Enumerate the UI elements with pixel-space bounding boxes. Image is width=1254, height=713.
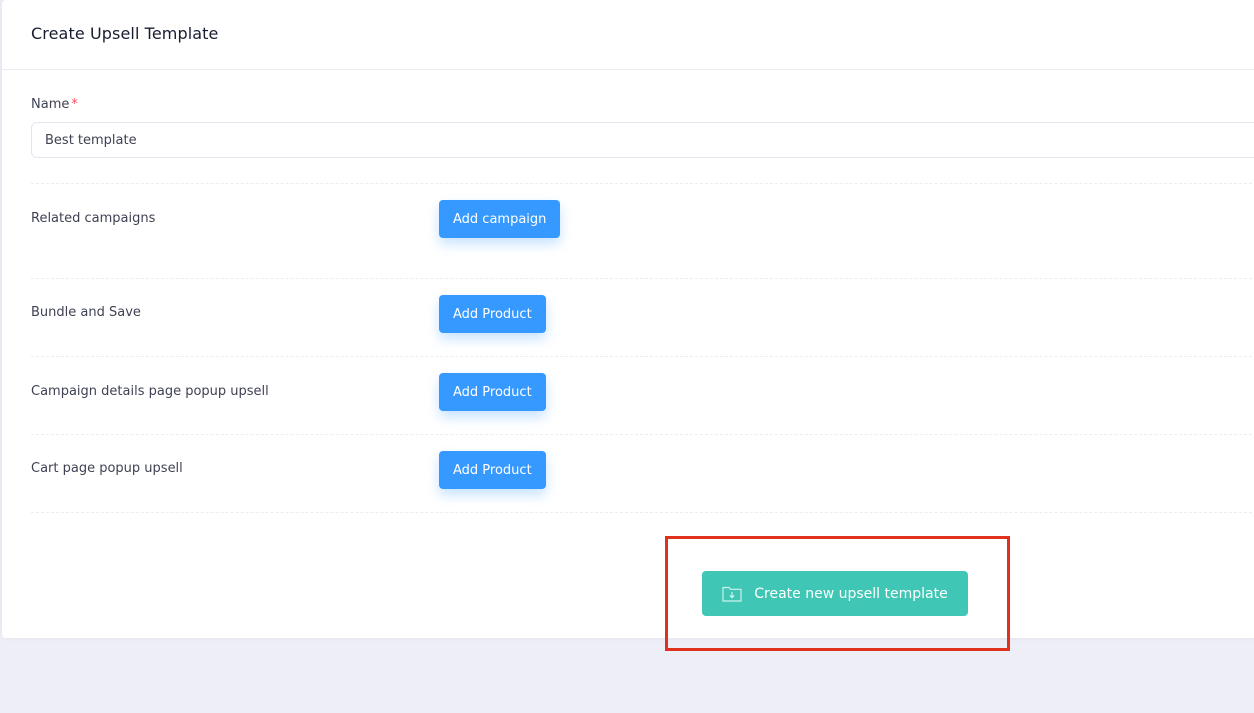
section-campaign-details-popup: Campaign details page popup upsell Add P…: [31, 356, 1254, 435]
section-label-bundle-and-save: Bundle and Save: [31, 305, 141, 320]
add-product-button-campaign-details[interactable]: Add Product: [439, 373, 546, 411]
create-upsell-template-label: Create new upsell template: [754, 585, 948, 602]
section-related-campaigns: Related campaigns Add campaign: [31, 183, 1254, 279]
folder-download-icon: [722, 585, 742, 602]
section-label-related-campaigns: Related campaigns: [31, 211, 156, 226]
card-header: Create Upsell Template: [2, 0, 1254, 70]
create-upsell-template-card: Create Upsell Template Name* Related cam…: [2, 0, 1254, 638]
section-cart-page-popup: Cart page popup upsell Add Product: [31, 434, 1254, 513]
required-mark: *: [71, 97, 78, 112]
name-input[interactable]: [31, 122, 1254, 158]
section-bundle-and-save: Bundle and Save Add Product: [31, 278, 1254, 357]
name-label: Name *: [31, 97, 78, 112]
form-divider: [31, 512, 1254, 513]
section-label-campaign-details-popup: Campaign details page popup upsell: [31, 384, 269, 399]
section-label-cart-page-popup: Cart page popup upsell: [31, 461, 183, 476]
add-campaign-button[interactable]: Add campaign: [439, 200, 561, 238]
create-upsell-template-button[interactable]: Create new upsell template: [702, 571, 968, 616]
name-label-text: Name: [31, 97, 70, 112]
add-product-button-cart-page[interactable]: Add Product: [439, 451, 546, 489]
page-title: Create Upsell Template: [31, 24, 219, 43]
add-product-button-bundle[interactable]: Add Product: [439, 295, 546, 333]
